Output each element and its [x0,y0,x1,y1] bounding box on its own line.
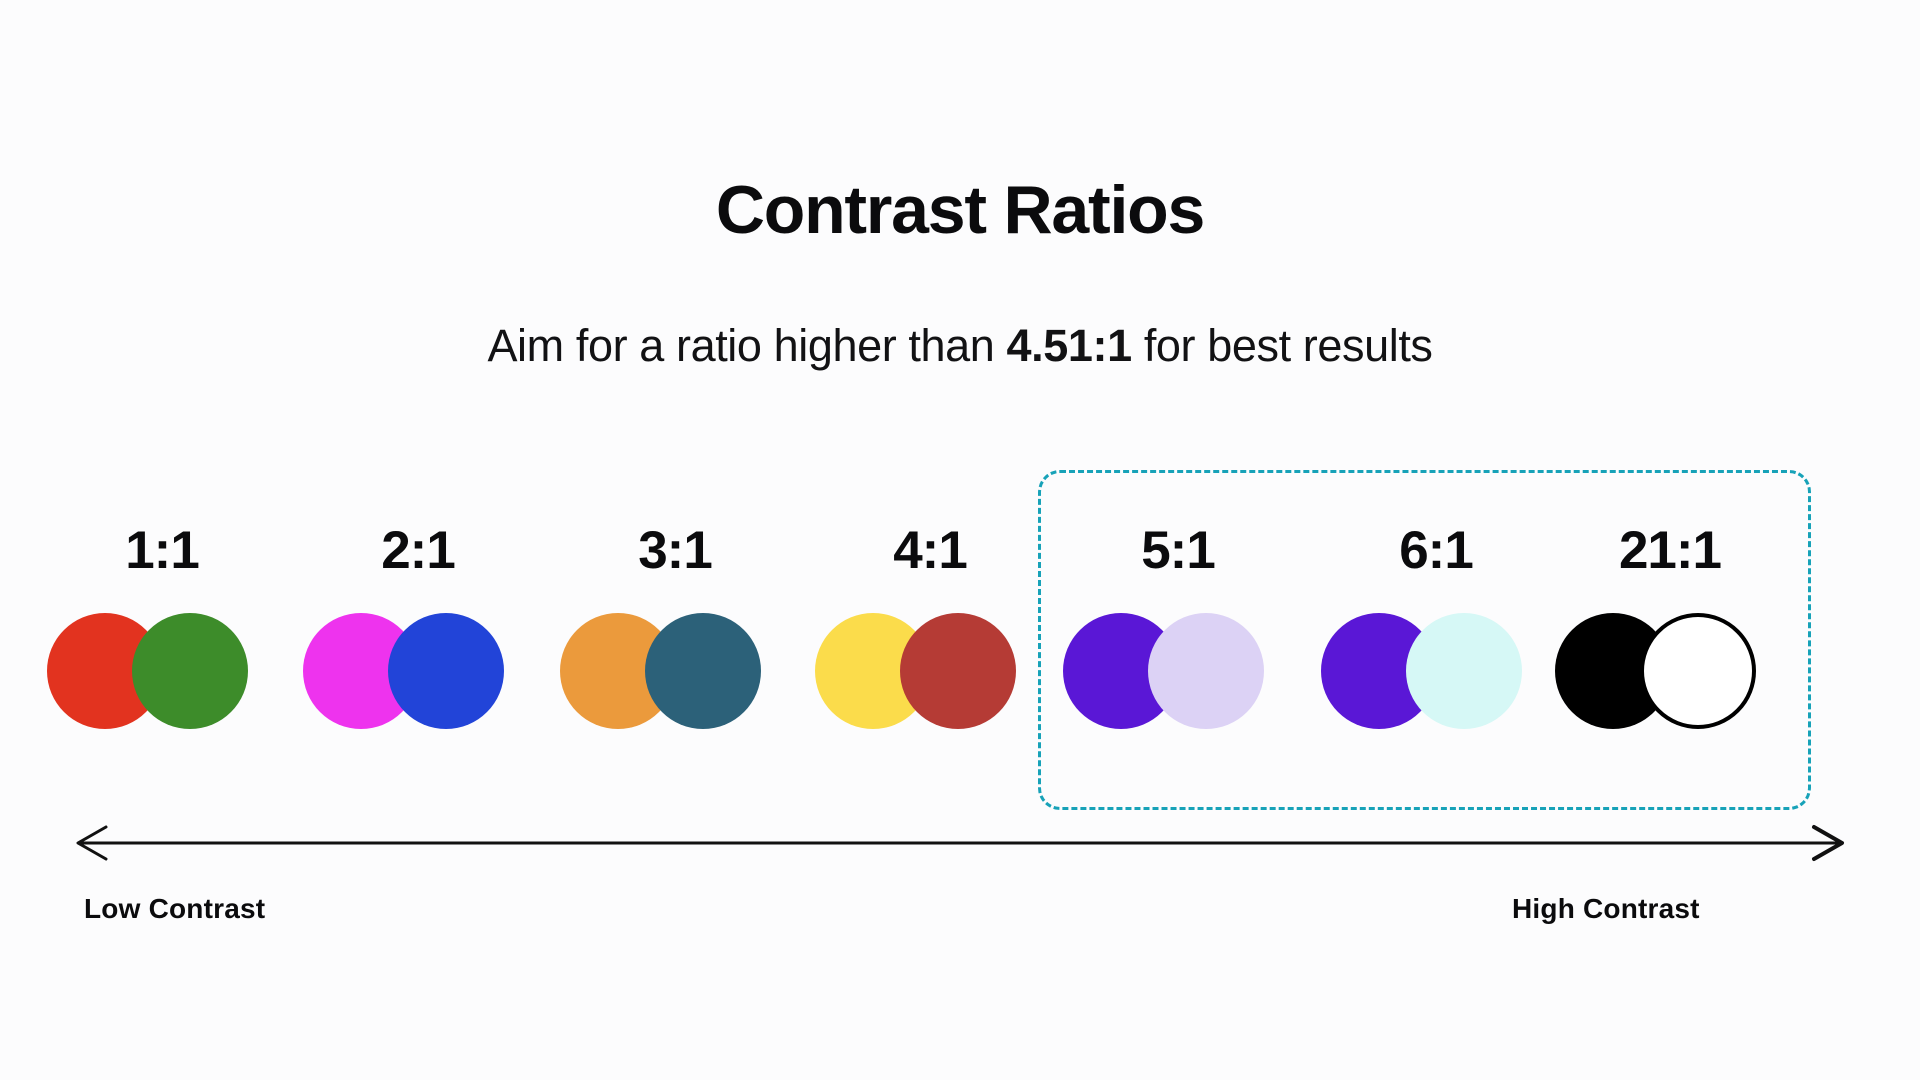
swatch-group [288,605,548,735]
ratio-label: 5:1 [1141,521,1216,580]
swatch-group [32,605,292,735]
ratio-label: 1:1 [125,521,200,580]
swatch-group [1540,605,1800,735]
ratio-label: 3:1 [638,521,713,580]
swatch-group [1048,605,1308,735]
swatch-group [545,605,805,735]
swatch-background-circle [1640,613,1756,729]
ratio-label: 2:1 [381,521,456,580]
swatch-background-circle [1406,613,1522,729]
swatch-background-circle [645,613,761,729]
ratio-label: 4:1 [893,521,968,580]
swatch-background-circle [388,613,504,729]
swatch-background-circle [1148,613,1264,729]
contrast-pair-2-1[interactable]: 2:1 [288,524,548,744]
ratio-label: 6:1 [1399,521,1474,580]
axis-label-high-contrast: High Contrast [1512,893,1700,924]
contrast-pair-1-1[interactable]: 1:1 [32,524,292,744]
ratio-label: 21:1 [1618,521,1722,580]
axis-label-low-contrast: Low Contrast [84,893,266,924]
axis-arrow-svg [76,825,1844,861]
swatch-group [800,605,1060,735]
swatch-group [1306,605,1566,735]
slide-canvas: Contrast Ratios Aim for a ratio higher t… [0,0,1920,1080]
contrast-pair-5-1[interactable]: 5:1 [1048,524,1308,744]
contrast-pair-3-1[interactable]: 3:1 [545,524,805,744]
contrast-direction-axis [70,820,1850,866]
contrast-pair-6-1[interactable]: 6:1 [1306,524,1566,744]
swatch-background-circle [132,613,248,729]
contrast-pair-21-1[interactable]: 21:1 [1540,524,1800,744]
contrast-pair-4-1[interactable]: 4:1 [800,524,1060,744]
swatch-background-circle [900,613,1016,729]
